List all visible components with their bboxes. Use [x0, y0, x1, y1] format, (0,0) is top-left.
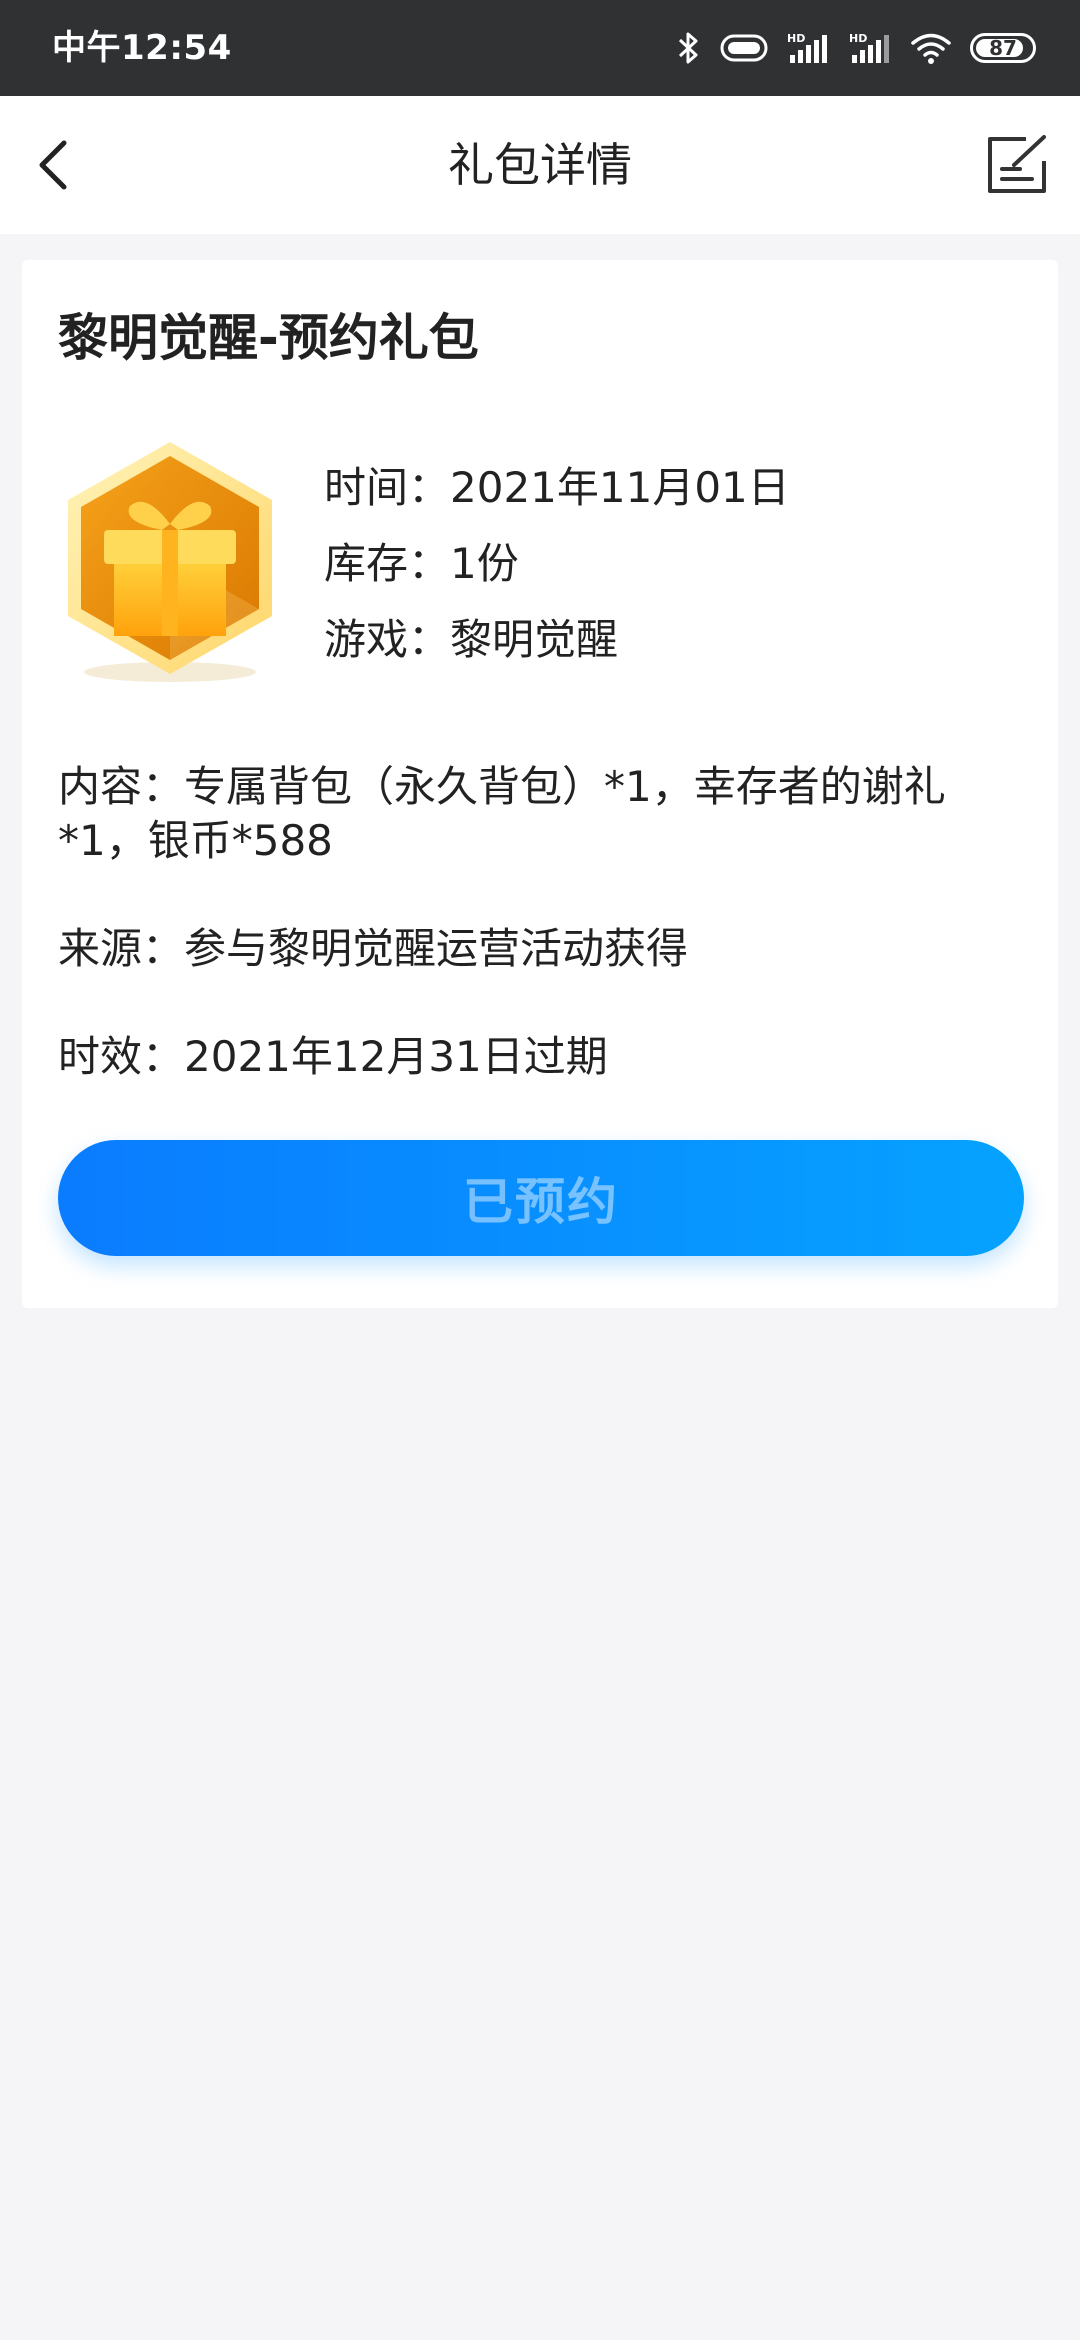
- hd-signal-icon: HD: [786, 31, 830, 65]
- gift-card: 黎明觉醒-预约礼包 时间：2021年11月01日 库存：1份 游戏：黎明觉醒 内…: [22, 260, 1058, 1308]
- gift-time: 时间：2021年11月01日: [324, 463, 790, 512]
- gift-stock: 库存：1份: [324, 539, 519, 588]
- status-icons: HD HD 87: [676, 0, 1036, 96]
- gift-hexagon-icon: [50, 432, 310, 692]
- page-title: 礼包详情: [448, 138, 632, 192]
- edit-note-icon: [988, 135, 1046, 193]
- edit-note-button[interactable]: [978, 125, 1058, 205]
- gift-expire: 时效：2021年12月31日过期: [58, 1032, 608, 1081]
- status-time: 中午12:54: [52, 28, 232, 68]
- battery-level: 87: [989, 36, 1017, 60]
- bluetooth-icon: [676, 31, 702, 65]
- svg-text:HD: HD: [787, 32, 805, 45]
- gift-meta: 时间：2021年11月01日 库存：1份 游戏：黎明觉醒: [324, 450, 790, 678]
- wifi-icon: [910, 31, 952, 65]
- gift-source: 来源：参与黎明觉醒运营活动获得: [58, 924, 689, 973]
- battery-icon: 87: [970, 33, 1036, 63]
- reserved-button[interactable]: 已预约: [58, 1140, 1024, 1256]
- gift-content: 内容：专属背包（永久背包）*1，幸存者的谢礼*1，银币*588: [58, 762, 946, 865]
- status-bar: 中午12:54 HD HD 87: [0, 0, 1080, 96]
- gift-title: 黎明觉醒-预约礼包: [58, 309, 479, 367]
- app-header: 礼包详情: [0, 96, 1080, 234]
- vibrate-icon: [720, 33, 768, 63]
- hd-signal-icon: HD: [848, 31, 892, 65]
- gift-game: 游戏：黎明觉醒: [324, 615, 619, 664]
- svg-text:HD: HD: [849, 32, 867, 45]
